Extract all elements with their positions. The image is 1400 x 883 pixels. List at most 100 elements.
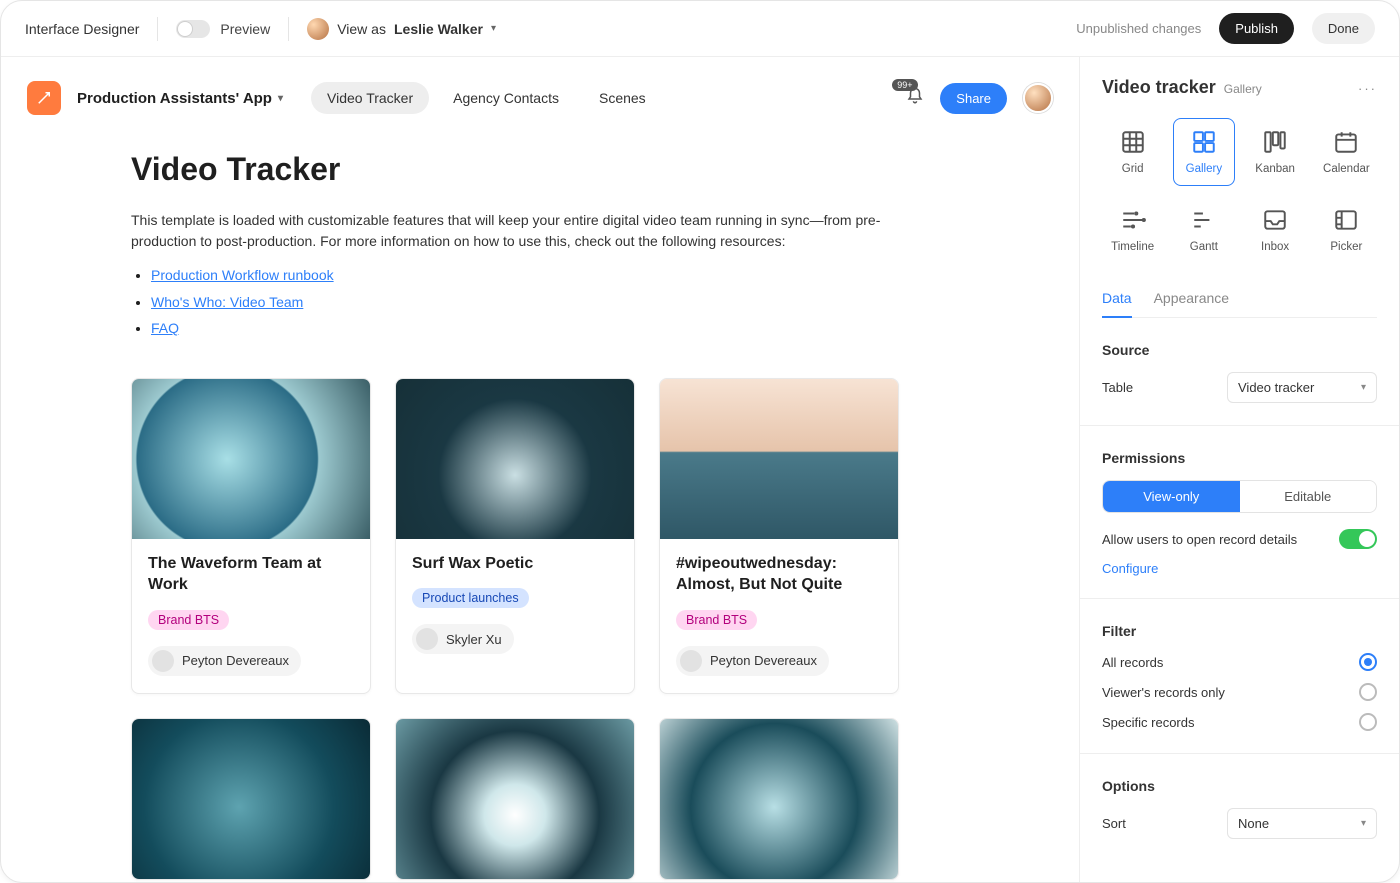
layout-option-picker[interactable]: Picker	[1316, 196, 1377, 264]
user-avatar[interactable]	[1023, 83, 1053, 113]
avatar-icon	[416, 628, 438, 650]
sort-value: None	[1238, 816, 1269, 831]
layout-label: Grid	[1122, 163, 1144, 175]
layout-option-kanban[interactable]: Kanban	[1245, 118, 1306, 186]
chevron-down-icon: ▾	[1361, 382, 1366, 393]
notifications-button[interactable]: 99+	[906, 87, 924, 110]
inbox-icon	[1262, 207, 1288, 233]
tab-video-tracker[interactable]: Video Tracker	[311, 82, 429, 114]
source-field-label: Table	[1102, 380, 1133, 395]
card-cover	[132, 379, 370, 539]
tab-agency-contacts[interactable]: Agency Contacts	[437, 82, 575, 114]
timeline-icon	[1120, 207, 1146, 233]
source-table-value: Video tracker	[1238, 380, 1314, 395]
designer-label: Interface Designer	[25, 21, 139, 37]
filter-section-title: Filter	[1102, 623, 1377, 639]
view-as-dropdown[interactable]: View as Leslie Walker ▾	[307, 18, 496, 40]
resource-link[interactable]: FAQ	[151, 320, 179, 336]
source-section-title: Source	[1102, 342, 1377, 358]
filter-option-label: All records	[1102, 655, 1163, 670]
more-icon[interactable]: ···	[1358, 81, 1377, 96]
config-subtitle: Gallery	[1224, 82, 1262, 96]
layout-option-grid[interactable]: Grid	[1102, 118, 1163, 186]
card-title: The Waveform Team at Work	[148, 553, 354, 596]
layout-label: Timeline	[1111, 241, 1154, 253]
card-tag: Brand BTS	[148, 610, 229, 630]
config-tab-data[interactable]: Data	[1102, 290, 1132, 318]
card-cover	[396, 379, 634, 539]
kanban-icon	[1262, 129, 1288, 155]
layout-label: Gantt	[1190, 241, 1218, 253]
done-button[interactable]: Done	[1312, 13, 1375, 44]
layout-label: Inbox	[1261, 241, 1289, 253]
allow-open-label: Allow users to open record details	[1102, 532, 1297, 547]
sort-field-label: Sort	[1102, 816, 1126, 831]
publish-button[interactable]: Publish	[1219, 13, 1294, 44]
viewas-prefix: View as	[337, 21, 386, 37]
layout-option-inbox[interactable]: Inbox	[1245, 196, 1306, 264]
card-assignee: Skyler Xu	[412, 624, 514, 654]
gallery-card[interactable]: #wipeoutwednesday: Almost, But Not Quite…	[659, 378, 899, 694]
gallery-card[interactable]	[659, 718, 899, 880]
layout-option-gantt[interactable]: Gantt	[1173, 196, 1234, 264]
layout-option-gallery[interactable]: Gallery	[1173, 118, 1234, 186]
tab-scenes[interactable]: Scenes	[583, 82, 662, 114]
layout-label: Picker	[1330, 241, 1362, 253]
card-cover	[396, 719, 634, 879]
topbar: Interface Designer Preview View as Lesli…	[1, 1, 1399, 57]
avatar-icon	[680, 650, 702, 672]
share-button[interactable]: Share	[940, 83, 1007, 114]
resource-link[interactable]: Who's Who: Video Team	[151, 294, 303, 310]
layout-label: Calendar	[1323, 163, 1370, 175]
toggle-icon	[176, 20, 210, 38]
allow-open-switch[interactable]	[1339, 529, 1377, 549]
card-cover	[660, 379, 898, 539]
app-name-dropdown[interactable]: Production Assistants' App ▾	[77, 90, 283, 107]
config-tab-appearance[interactable]: Appearance	[1154, 290, 1230, 317]
chevron-down-icon: ▾	[1361, 818, 1366, 829]
gallery-card[interactable]	[131, 718, 371, 880]
divider	[157, 17, 158, 41]
config-title: Video tracker	[1102, 77, 1216, 98]
layout-label: Kanban	[1255, 163, 1295, 175]
config-panel: Video tracker Gallery ··· Grid Gallery Kan…	[1079, 57, 1399, 882]
chevron-down-icon: ▾	[278, 93, 283, 104]
card-tag: Product launches	[412, 588, 529, 608]
source-table-select[interactable]: Video tracker ▾	[1227, 372, 1377, 403]
card-cover	[660, 719, 898, 879]
grid-icon	[1120, 129, 1146, 155]
layout-label: Gallery	[1186, 163, 1222, 175]
preview-label: Preview	[220, 21, 270, 37]
avatar-icon	[152, 650, 174, 672]
notification-badge: 99+	[892, 79, 917, 91]
filter-radio[interactable]	[1359, 653, 1377, 671]
filter-radio[interactable]	[1359, 683, 1377, 701]
chevron-down-icon: ▾	[491, 23, 496, 34]
calendar-icon	[1333, 129, 1359, 155]
preview-toggle[interactable]: Preview	[176, 20, 270, 38]
card-title: Surf Wax Poetic	[412, 553, 618, 575]
gantt-icon	[1191, 207, 1217, 233]
filter-option-label: Viewer's records only	[1102, 685, 1225, 700]
permission-editable[interactable]: Editable	[1240, 481, 1377, 512]
picker-icon	[1333, 207, 1359, 233]
permissions-section-title: Permissions	[1102, 450, 1377, 466]
configure-link[interactable]: Configure	[1102, 561, 1158, 576]
gallery-card[interactable]: Surf Wax Poetic Product launches Skyler Xu	[395, 378, 635, 694]
layout-option-timeline[interactable]: Timeline	[1102, 196, 1163, 264]
options-section-title: Options	[1102, 778, 1377, 794]
card-tag: Brand BTS	[676, 610, 757, 630]
gallery-card[interactable]: The Waveform Team at Work Brand BTS Peyton…	[131, 378, 371, 694]
viewas-name: Leslie Walker	[394, 21, 483, 37]
layout-option-calendar[interactable]: Calendar	[1316, 118, 1377, 186]
avatar-icon	[307, 18, 329, 40]
card-assignee: Peyton Devereaux	[148, 646, 301, 676]
resource-link[interactable]: Production Workflow runbook	[151, 267, 334, 283]
unpublished-changes-label: Unpublished changes	[1076, 21, 1201, 36]
filter-radio[interactable]	[1359, 713, 1377, 731]
sort-select[interactable]: None ▾	[1227, 808, 1377, 839]
app-header: Production Assistants' App ▾ Video Track…	[21, 75, 1059, 131]
permission-view-only[interactable]: View-only	[1103, 481, 1240, 512]
gallery-card[interactable]	[395, 718, 635, 880]
card-assignee: Peyton Devereaux	[676, 646, 829, 676]
